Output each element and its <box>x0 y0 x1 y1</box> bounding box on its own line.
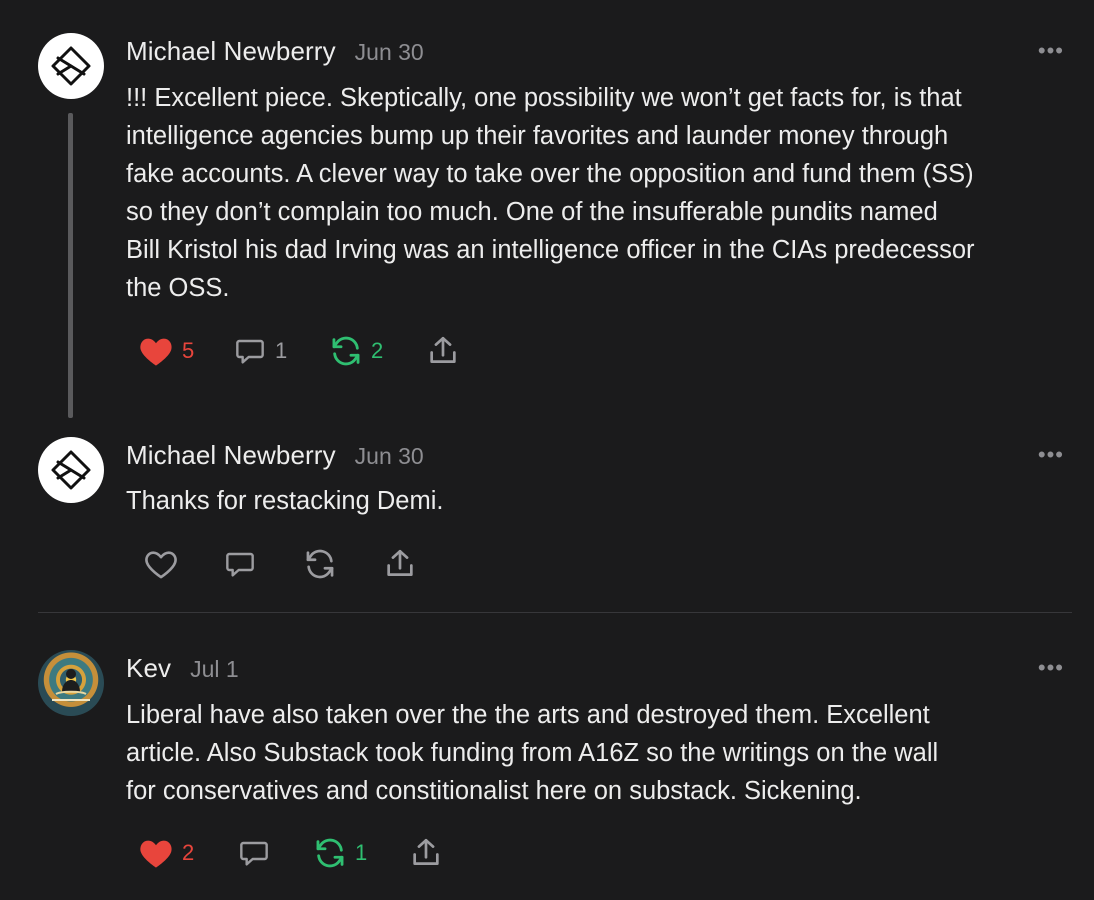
share-button[interactable] <box>383 547 417 581</box>
more-options-icon[interactable]: ••• <box>1038 657 1064 679</box>
comment-line: Thanks for restacking Demi. <box>126 487 444 515</box>
restack-icon <box>306 549 334 579</box>
restack-icon <box>332 336 360 366</box>
author-name[interactable]: Michael Newberry <box>126 36 336 67</box>
publication-logo-icon <box>51 450 91 490</box>
reply-button[interactable]: 1 <box>233 335 329 367</box>
share-icon <box>387 549 413 576</box>
comment-header: Michael Newberry Jun 30 <box>126 440 424 471</box>
divider <box>38 612 1072 613</box>
comment-line: Bill Kristol his dad Irving was an intel… <box>126 236 975 264</box>
avatar[interactable] <box>38 650 104 716</box>
comment-date[interactable]: Jun 30 <box>355 443 424 470</box>
share-button[interactable] <box>409 836 443 870</box>
avatar[interactable] <box>38 437 104 503</box>
share-icon <box>413 838 439 865</box>
comment-date[interactable]: Jun 30 <box>355 39 424 66</box>
comment-line: article. Also Substack took funding from… <box>126 739 939 767</box>
restack-count: 2 <box>371 338 384 363</box>
share-button[interactable] <box>426 334 460 368</box>
comment-body: Liberal have also taken over the the art… <box>126 696 1071 810</box>
like-button[interactable]: 2 <box>138 837 237 869</box>
meditating-figure-icon <box>52 669 90 701</box>
heart-filled-icon <box>140 338 172 366</box>
comment-body: !!! Excellent piece. Skeptically, one po… <box>126 79 1071 307</box>
more-options-icon[interactable]: ••• <box>1038 444 1064 466</box>
heart-outline-icon <box>145 551 177 579</box>
action-bar: 2 1 <box>138 833 443 873</box>
heart-filled-icon <box>140 840 172 868</box>
comment-line: so they don’t complain too much. One of … <box>126 198 938 226</box>
comment-line: fake accounts. A clever way to take over… <box>126 160 974 188</box>
restack-button[interactable]: 2 <box>329 334 426 368</box>
author-name[interactable]: Michael Newberry <box>126 440 336 471</box>
comment-line: the OSS. <box>126 274 230 302</box>
like-count: 5 <box>182 338 195 363</box>
reply-button[interactable] <box>237 837 313 869</box>
comment-icon <box>236 339 264 364</box>
reply-button[interactable] <box>223 548 303 580</box>
restack-icon <box>316 838 344 868</box>
like-button[interactable] <box>143 548 223 580</box>
like-count: 2 <box>182 840 195 865</box>
restack-button[interactable] <box>303 547 383 581</box>
publication-logo-icon <box>51 46 91 86</box>
more-options-icon[interactable]: ••• <box>1038 40 1064 62</box>
comment-line: for conservatives and constitionalist he… <box>126 777 862 805</box>
comment-line: !!! Excellent piece. Skeptically, one po… <box>126 84 962 112</box>
comment-body: Thanks for restacking Demi. <box>126 482 1071 520</box>
restack-button[interactable]: 1 <box>313 836 409 870</box>
comment-header: Kev Jul 1 <box>126 653 239 684</box>
like-button[interactable]: 5 <box>138 335 233 367</box>
comment-line: Liberal have also taken over the the art… <box>126 701 930 729</box>
author-name[interactable]: Kev <box>126 653 171 684</box>
reply-count: 1 <box>275 338 288 363</box>
comment-date[interactable]: Jul 1 <box>190 656 239 683</box>
avatar[interactable] <box>38 33 104 99</box>
comment-header: Michael Newberry Jun 30 <box>126 36 424 67</box>
comment-icon <box>226 552 254 577</box>
action-bar: 5 1 2 <box>138 331 460 371</box>
comment-icon <box>240 841 268 866</box>
action-bar <box>143 544 417 584</box>
share-icon <box>430 336 456 363</box>
comment-line: intelligence agencies bump up their favo… <box>126 122 949 150</box>
thread-line <box>68 113 73 418</box>
restack-count: 1 <box>355 840 368 865</box>
